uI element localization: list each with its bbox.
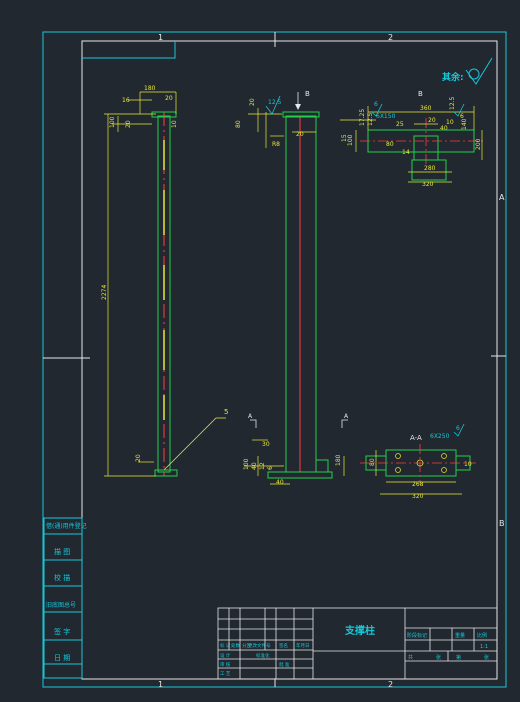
zone-label-bottom-2: 2: [388, 680, 393, 689]
dim-b-12-5: 12.5: [449, 96, 456, 110]
dim-aa-320: 320: [412, 493, 424, 500]
dim-left-20a: 20: [165, 95, 173, 102]
zone-label-top-2: 2: [388, 33, 393, 42]
dim-mid-20b: 20: [296, 131, 304, 138]
dim-b-140: 140: [461, 118, 468, 130]
dim-b-80: 80: [386, 141, 394, 148]
left-table-label-3: 旧底图总号: [46, 601, 76, 609]
tb-col-left-3: 签名: [279, 642, 288, 649]
section-arrow-b-head: [295, 104, 301, 110]
left-table-label-4: 签 字: [54, 627, 70, 636]
surface-finish-icon: [465, 57, 493, 85]
dim-left-10: 10: [171, 120, 178, 128]
section-marker-a-left-label: A: [248, 413, 253, 420]
dim-aa-80: 80: [369, 458, 376, 466]
dim-b-200: 200: [475, 138, 482, 150]
dim-aa-10: 10: [464, 461, 472, 468]
middle-column-body: [285, 115, 317, 473]
tb-sheet-1: 张: [436, 654, 441, 661]
dim-left-20b: 20: [125, 120, 132, 128]
tb-col-left-2: 更改文件号: [248, 642, 271, 649]
dim-mid-80: 80: [235, 120, 242, 128]
dim-aa-268: 268: [412, 481, 424, 488]
dim-left-180: 180: [144, 85, 156, 92]
dim-mid-100: 100: [243, 458, 250, 470]
dim-mid-40b: 40: [276, 479, 284, 486]
tb-sheet-0: 共: [408, 654, 413, 661]
dim-b-25: 25: [396, 121, 404, 128]
cad-drawing-canvas: 1 2 1 2 A B 其余: 180 20 16 100 20 10 2274…: [42, 31, 507, 689]
zone-label-right-b: B: [499, 519, 505, 528]
dim-left-2274: 2274: [101, 285, 108, 300]
view-b-title: B: [418, 90, 423, 98]
dim-b-360: 360: [420, 105, 432, 112]
tb-right-header-0: 阶段标记: [407, 632, 427, 639]
dim-mid-40a: 40: [251, 462, 258, 470]
leader-item-5-label: 5: [224, 408, 228, 416]
dim-mid-20a: 20: [249, 98, 256, 106]
dim-b-320: 320: [422, 181, 434, 188]
tb-col-approve: 批 准: [279, 661, 290, 668]
tb-scale: 1:1: [480, 644, 488, 650]
section-marker-a-right-label: A: [344, 413, 349, 420]
tb-row-left-3: 工 艺: [220, 671, 231, 677]
dim-mid-6: 6: [267, 466, 274, 470]
tb-right-header-2: 比例: [477, 632, 487, 639]
left-view: 180 20 16 100 20 10 2274 20 5: [101, 85, 228, 477]
dim-aa-180: 180: [335, 454, 342, 466]
view-aa-title: A-A: [410, 434, 422, 442]
dim-aa-6x250: 6X250: [430, 433, 450, 440]
tb-row-left-2: 审 核: [220, 661, 231, 668]
dim-left-100: 100: [109, 116, 116, 128]
tb-row-left-4: 标准化: [256, 652, 270, 659]
dim-b-40: 40: [440, 125, 448, 132]
tb-right-header-1: 重量: [455, 632, 465, 639]
dim-mid-12: 12: [259, 462, 266, 470]
section-marker-a-right: [341, 419, 348, 428]
dim-b-14: 14: [402, 149, 410, 156]
zone-label-top-1: 1: [158, 33, 163, 42]
section-marker-a-left: [250, 419, 257, 428]
tb-row-left-1: 设 计: [220, 652, 231, 659]
tb-sheet-2: 第: [456, 654, 461, 661]
dim-left-20c: 20: [135, 454, 142, 462]
drawing-title: 支撑柱: [344, 624, 375, 637]
left-table-label-1: 描 图: [54, 547, 70, 556]
view-aa-dimensions: [343, 450, 462, 495]
view-b: B 360 6 6X150 12.5 6 200 280 320 100 15 …: [340, 90, 486, 188]
view-aa: A-A 6X250 6 180 80 268 320 10: [335, 423, 476, 500]
dim-left-16: 16: [122, 97, 130, 104]
dim-b-6a: 6: [374, 101, 378, 108]
tb-col-left-0: 处数: [231, 642, 240, 649]
middle-view-dimensions: [244, 108, 316, 485]
dim-b-20: 20: [428, 117, 436, 124]
left-table-label-2: 校 描: [54, 573, 70, 582]
tb-sheet-3: 张: [484, 654, 489, 661]
finish-note: 其余:: [442, 71, 464, 83]
dim-b-100: 100: [347, 134, 354, 146]
orientation-notch: [82, 41, 176, 59]
dim-mid-r8: R8: [272, 141, 280, 148]
leader-item-5: [163, 417, 226, 471]
dim-b-15: 15: [341, 134, 348, 142]
middle-view: 12.5 20 80 R8 20 30 100 40 12 6 40 B A A: [235, 90, 349, 486]
dim-b-6x150: 6X150: [376, 113, 396, 120]
dim-mid-12-5: 12.5: [268, 99, 282, 106]
dim-mid-30: 30: [262, 441, 270, 448]
left-view-dimensions: [104, 91, 177, 477]
tb-col-left-4: 年月日: [296, 642, 310, 649]
inner-frame: [81, 40, 498, 680]
left-table-label-5: 日 期: [54, 654, 70, 662]
tb-row-left-0: 标 记: [220, 642, 231, 649]
dim-b-10: 10: [446, 119, 454, 126]
zone-label-bottom-1: 1: [158, 680, 163, 689]
dim-b-12-5b: 12.5: [367, 112, 374, 126]
dim-b-280: 280: [424, 165, 436, 172]
dim-b-17-25: 17.25: [359, 109, 366, 126]
zone-label-right-a: A: [499, 193, 505, 202]
left-table-label-0: 借(通)用件登记: [46, 522, 87, 530]
dim-aa-6: 6: [456, 425, 460, 432]
section-label-b: B: [305, 90, 310, 98]
